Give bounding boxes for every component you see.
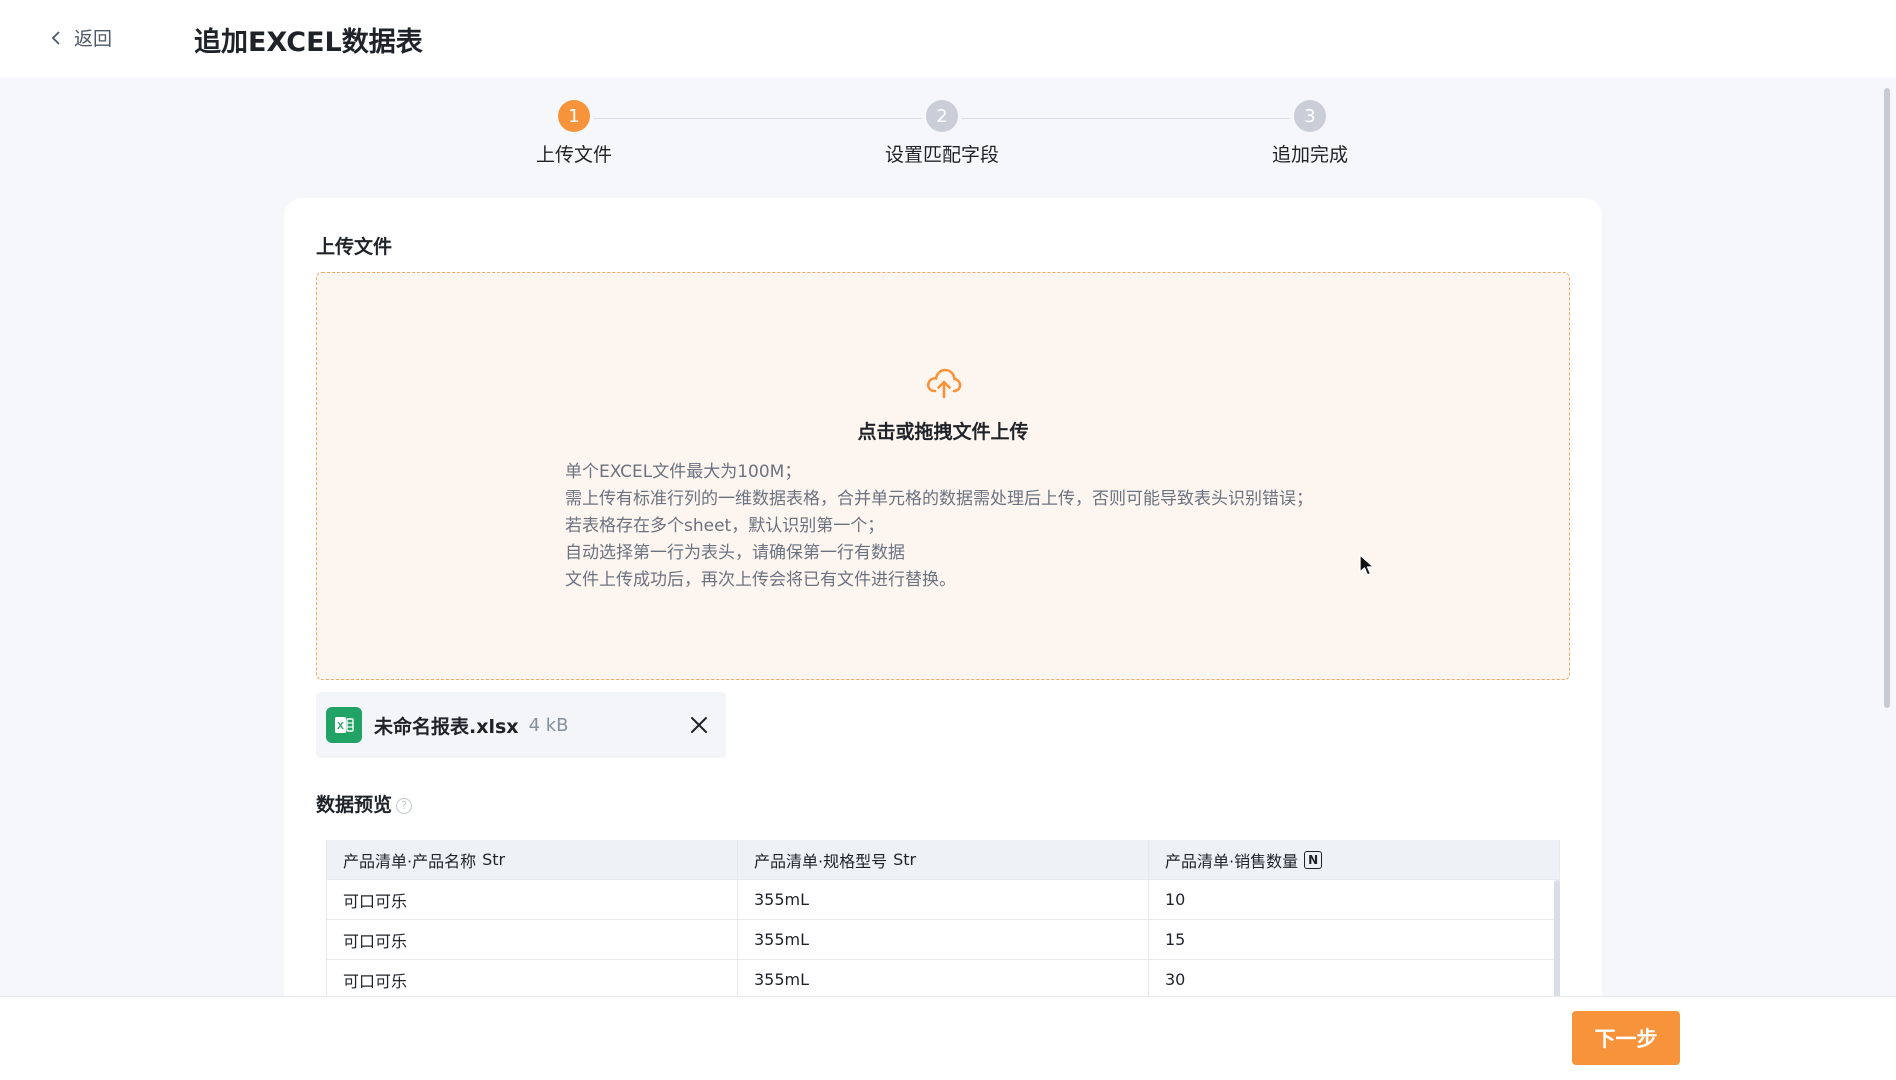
excel-file-icon: X (326, 707, 362, 743)
table-cell: 可口可乐 (327, 960, 738, 999)
tip-item: 单个EXCEL文件最大为100M； (565, 462, 802, 482)
dropzone-title: 点击或拖拽文件上传 (857, 421, 1029, 443)
page-footer: 下一步 (0, 996, 1896, 1080)
file-size: 4 kB (528, 714, 569, 736)
help-icon[interactable]: ? (396, 797, 413, 814)
step-label: 追加完成 (1271, 144, 1348, 166)
step-number: 1 (558, 100, 590, 132)
upload-section-title: 上传文件 (316, 236, 393, 258)
column-label: 产品清单·销售数量 (1165, 851, 1299, 871)
preview-table: 产品清单·产品名称 Str 产品清单·规格型号 Str 产品清单·销售数量 N … (326, 840, 1560, 1002)
next-step-button[interactable]: 下一步 (1572, 1011, 1680, 1065)
table-scrollbar[interactable] (1554, 880, 1560, 1002)
column-header: 产品清单·产品名称 Str (327, 840, 738, 879)
chevron-left-icon (51, 30, 60, 45)
cloud-upload-icon (926, 368, 962, 399)
tip-item: 文件上传成功后，再次上传会将已有文件进行替换。 (565, 570, 956, 590)
column-label: 产品清单·规格型号 (754, 851, 888, 871)
table-cell: 30 (1149, 960, 1560, 999)
table-header-row: 产品清单·产品名称 Str 产品清单·规格型号 Str 产品清单·销售数量 N (327, 840, 1560, 880)
step-number: 2 (926, 100, 958, 132)
column-header: 产品清单·销售数量 N (1149, 840, 1560, 879)
table-cell: 355mL (738, 960, 1149, 999)
page-title: 追加EXCEL数据表 (194, 27, 423, 58)
preview-title: 数据预览 (316, 794, 393, 816)
table-cell: 10 (1149, 880, 1560, 919)
step-number: 3 (1294, 100, 1326, 132)
upload-card: 上传文件 点击或拖拽文件上传 单个EXCEL文件最大为100M； 需上传有标准行… (284, 198, 1602, 1028)
stepper: 1 上传文件 2 设置匹配字段 3 追加完成 (0, 100, 1896, 180)
file-name: 未命名报表.xlsx (374, 715, 519, 738)
number-type-icon: N (1304, 850, 1323, 869)
table-cell: 可口可乐 (327, 880, 738, 919)
step-2: 2 设置匹配字段 (822, 100, 1062, 167)
table-cell: 355mL (738, 880, 1149, 919)
table-row: 可口可乐 355mL 10 (327, 880, 1560, 920)
close-icon[interactable] (688, 714, 710, 736)
mouse-cursor-icon (1359, 554, 1375, 576)
column-label: 产品清单·产品名称 (343, 851, 477, 871)
step-label: 设置匹配字段 (884, 144, 999, 166)
column-header: 产品清单·规格型号 Str (738, 840, 1149, 879)
column-type: Str (893, 850, 917, 869)
table-row: 可口可乐 355mL 15 (327, 920, 1560, 960)
upload-tips: 单个EXCEL文件最大为100M； 需上传有标准行列的一维数据表格，合并单元格的… (565, 459, 1313, 594)
uploaded-file: X 未命名报表.xlsx 4 kB (316, 692, 726, 758)
step-label: 上传文件 (535, 144, 612, 166)
preview-section-title: 数据预览? (316, 790, 413, 817)
back-button[interactable]: 返回 (48, 24, 112, 51)
page-header: 返回 追加EXCEL数据表 (0, 0, 1896, 78)
file-dropzone[interactable]: 点击或拖拽文件上传 单个EXCEL文件最大为100M； 需上传有标准行列的一维数… (316, 272, 1570, 680)
tip-item: 若表格存在多个sheet，默认识别第一个； (565, 516, 885, 536)
table-row: 可口可乐 355mL 30 (327, 960, 1560, 1000)
table-cell: 15 (1149, 920, 1560, 959)
svg-text:X: X (337, 721, 344, 732)
step-1: 1 上传文件 (454, 100, 694, 167)
tip-item: 需上传有标准行列的一维数据表格，合并单元格的数据需处理后上传，否则可能导致表头识… (565, 489, 1313, 509)
column-type: Str (482, 850, 506, 869)
page-scrollbar[interactable] (1884, 88, 1890, 708)
step-3: 3 追加完成 (1190, 100, 1430, 167)
back-label: 返回 (74, 28, 113, 50)
table-cell: 355mL (738, 920, 1149, 959)
tip-item: 自动选择第一行为表头，请确保第一行有数据 (565, 543, 905, 563)
table-cell: 可口可乐 (327, 920, 738, 959)
